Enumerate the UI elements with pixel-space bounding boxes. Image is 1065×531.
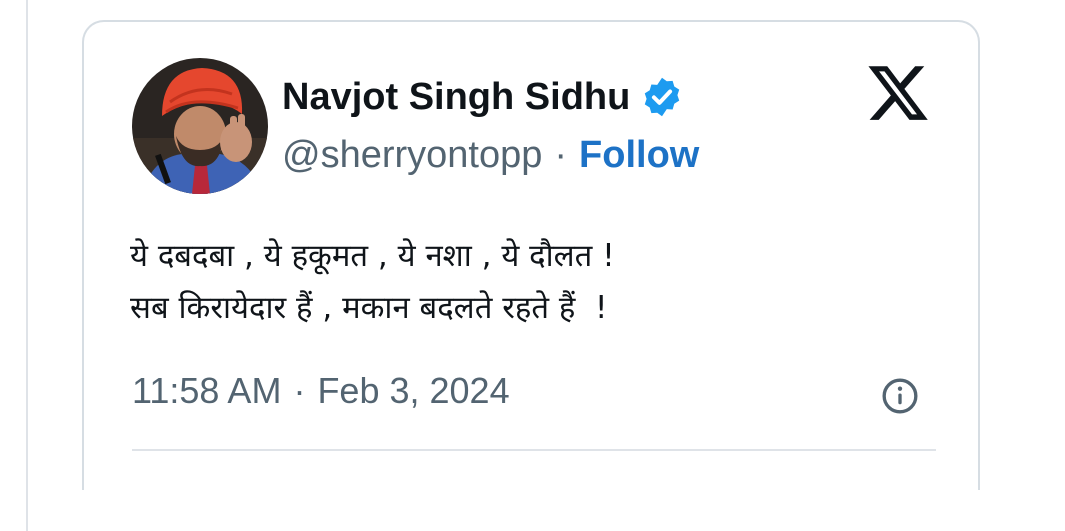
author-handle[interactable]: @sherryontopp [282, 134, 542, 177]
left-border-line [26, 0, 28, 531]
tweet-text-line-1: ये दबदबा , ये हकूमत , ये नशा , ये दौलत ! [130, 238, 615, 274]
tweet-timestamp-row: 11:58 AM · Feb 3, 2024 [132, 366, 510, 416]
tweet-time[interactable]: 11:58 AM [132, 370, 281, 412]
x-logo-icon[interactable] [865, 60, 931, 126]
tweet-embed-card: Navjot Singh Sidhu @sherryontopp · Follo… [82, 20, 980, 490]
avatar-image [132, 58, 268, 194]
tweet-date[interactable]: Feb 3, 2024 [317, 370, 509, 412]
author-handle-row: @sherryontopp · Follow [282, 130, 699, 180]
info-icon[interactable] [880, 376, 920, 416]
separator-dot: · [293, 370, 306, 411]
author-name-row: Navjot Singh Sidhu [282, 72, 684, 122]
tweet-text: ये दबदबा , ये हकूमत , ये नशा , ये दौलत !… [130, 230, 950, 334]
follow-button[interactable]: Follow [579, 134, 699, 177]
divider [132, 449, 936, 451]
verified-badge-icon [640, 75, 684, 119]
tweet-text-line-2: सब किरायेदार हैं , मकान बदलते रहते हैं ! [130, 290, 608, 326]
separator-dot: · [554, 133, 568, 176]
avatar[interactable] [132, 58, 268, 194]
author-display-name[interactable]: Navjot Singh Sidhu [282, 76, 630, 119]
